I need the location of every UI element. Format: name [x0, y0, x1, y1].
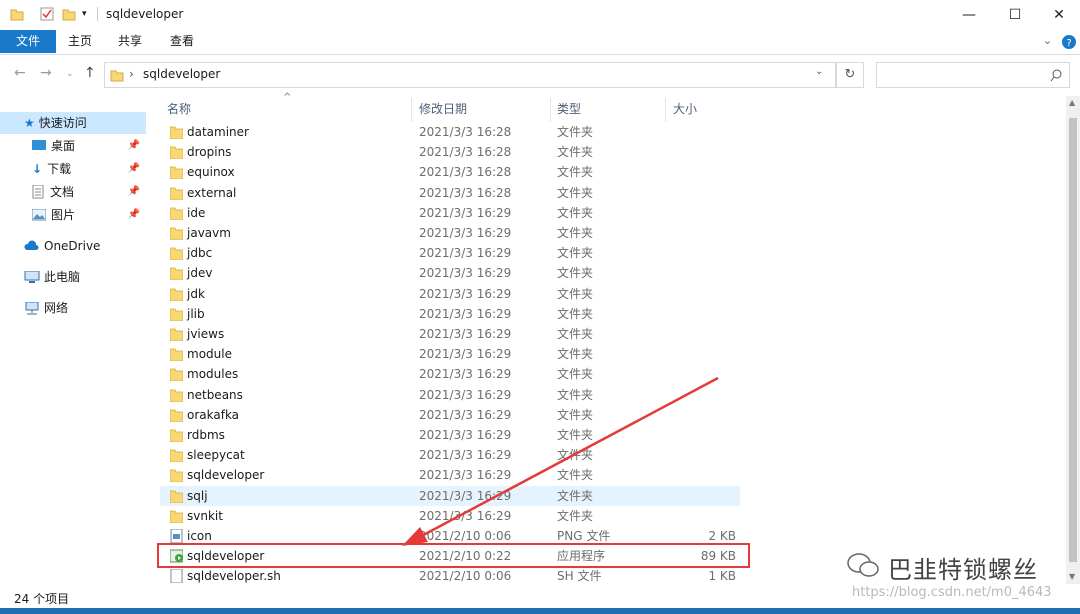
scrollbar-thumb[interactable]: [1069, 118, 1077, 562]
watermark-url: https://blog.csdn.net/m0_4643: [852, 585, 1052, 600]
annotation-arrow: [402, 376, 719, 546]
vertical-scrollbar[interactable]: ▲ ▼: [1066, 96, 1080, 584]
watermark-text: 巴韭特锁螺丝: [888, 556, 1038, 584]
scroll-down-icon[interactable]: ▼: [1069, 572, 1075, 581]
scroll-up-icon[interactable]: ▲: [1069, 98, 1075, 107]
wechat-logo-icon: [847, 553, 879, 577]
taskbar-edge: [0, 608, 1080, 614]
status-item-count: 24 个项目: [14, 592, 70, 606]
